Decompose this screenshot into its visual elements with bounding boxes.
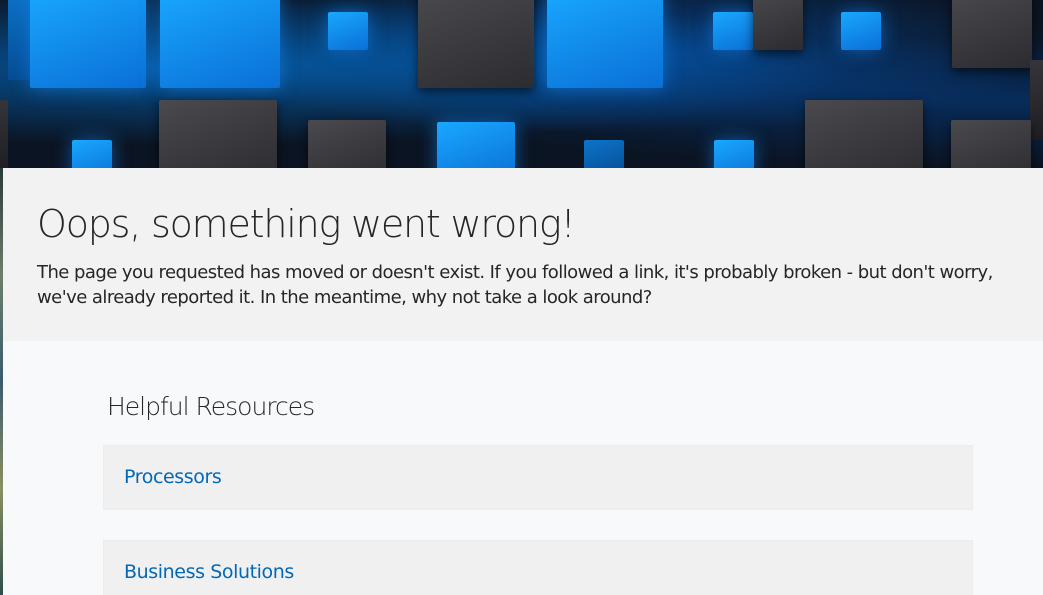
banner-tile bbox=[951, 120, 1031, 168]
error-title: Oops, something went wrong! bbox=[37, 202, 576, 246]
banner-tile bbox=[8, 0, 30, 80]
banner-tile bbox=[952, 0, 1032, 68]
error-section: Oops, something went wrong! The page you… bbox=[3, 168, 1043, 341]
banner-tile bbox=[713, 12, 753, 50]
resources-heading: Helpful Resources bbox=[107, 392, 315, 421]
banner-tile bbox=[753, 0, 803, 50]
error-page: Oops, something went wrong! The page you… bbox=[0, 0, 1043, 595]
banner-tile bbox=[547, 0, 663, 88]
banner-tile bbox=[437, 122, 515, 168]
banner-tile bbox=[30, 0, 146, 88]
processors-link[interactable]: Processors bbox=[124, 466, 222, 488]
banner-tile bbox=[841, 12, 881, 50]
banner-tile bbox=[72, 140, 112, 168]
business-solutions-link[interactable]: Business Solutions bbox=[124, 561, 294, 583]
banner-tile bbox=[418, 0, 534, 88]
banner-tile bbox=[308, 120, 386, 168]
banner-tile bbox=[159, 100, 277, 168]
error-message: The page you requested has moved or does… bbox=[37, 262, 993, 308]
resource-card-processors[interactable]: Processors bbox=[103, 445, 973, 510]
banner-tile bbox=[805, 100, 923, 168]
banner-tile bbox=[160, 0, 280, 88]
hero-banner-image bbox=[0, 0, 1043, 168]
resource-card-business-solutions[interactable]: Business Solutions bbox=[103, 540, 973, 595]
helpful-resources-section: Helpful Resources Processors Business So… bbox=[3, 341, 1043, 595]
banner-tile bbox=[1030, 60, 1043, 140]
banner-tile bbox=[584, 140, 624, 168]
banner-tile bbox=[328, 12, 368, 50]
banner-tile bbox=[0, 100, 8, 168]
banner-tile bbox=[714, 140, 754, 168]
